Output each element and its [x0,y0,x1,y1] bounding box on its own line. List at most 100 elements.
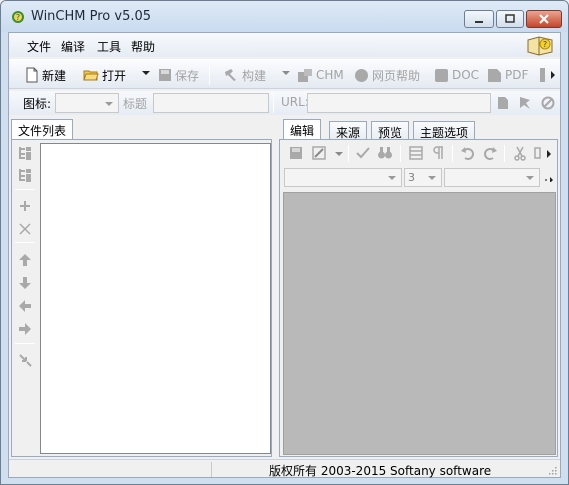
delete-x-icon[interactable] [17,221,33,237]
pdf-button[interactable]: PDF [487,66,528,84]
add-subtopic-icon[interactable] [17,167,33,183]
tab-file-list[interactable]: 文件列表 [11,119,74,141]
menu-compile[interactable]: 编译 [61,38,85,55]
toolbar-separator [209,65,210,85]
help-book-icon[interactable]: ? [525,34,555,56]
doc-button[interactable]: DOC [434,66,479,84]
pdf-label: PDF [505,68,529,82]
chevron-down-icon [105,102,113,106]
icon-label: 图标: [23,97,52,111]
webhelp-button[interactable]: 网页帮助 [354,66,420,84]
title-field[interactable] [153,93,269,113]
table-icon[interactable] [408,145,424,161]
chevron-down-icon [526,176,534,180]
menu-file[interactable]: 文件 [27,38,51,55]
move-up-icon[interactable] [17,252,33,268]
spellcheck-icon[interactable] [355,145,371,161]
tab-preview-label: 预览 [378,126,403,140]
plus-icon[interactable] [17,198,33,214]
save-disk-icon[interactable] [288,145,304,161]
chevron-down-icon [428,176,436,180]
window-title: WinCHM Pro v5.05 [31,9,152,24]
edit-pencil-icon[interactable] [311,145,327,161]
sort-icon[interactable] [17,352,33,368]
menu-help[interactable]: 帮助 [131,38,155,55]
save-button[interactable]: 保存 [158,66,199,84]
file-pick-icon[interactable] [496,96,510,110]
editor-separator [400,145,401,162]
app-icon: ? [12,11,24,23]
move-right-icon[interactable] [17,321,33,337]
tab-edit[interactable]: 编辑 [283,119,322,141]
new-document-icon [26,67,38,83]
style-combo[interactable] [444,168,540,187]
editor-toolbar [282,142,558,164]
bookmark-icon[interactable] [518,96,532,110]
close-button[interactable] [526,10,562,28]
paragraph-icon[interactable] [430,145,446,161]
font-name-combo[interactable] [284,168,402,187]
cut-scissors-icon[interactable] [512,145,528,161]
move-left-icon[interactable] [17,298,33,314]
webhelp-label: 网页帮助 [372,68,421,83]
undo-icon[interactable] [460,145,476,161]
chevron-right-icon[interactable] [547,150,552,158]
new-button[interactable]: 新建 [25,66,66,84]
chevron-right-icon[interactable] [551,71,556,79]
font-size-value: 3 [408,171,415,184]
tab-topic-options-label: 主题选项 [420,126,469,140]
url-field[interactable] [307,93,491,113]
font-size-combo[interactable]: 3 [404,168,442,187]
open-dropdown-arrow[interactable] [142,71,150,75]
tab-source[interactable]: 来源 [329,121,368,140]
toolbar-overflow-icon[interactable] [540,68,548,82]
cancel-circle-icon[interactable] [541,96,555,110]
move-down-icon[interactable] [17,275,33,291]
side-separator [15,189,35,190]
file-list[interactable] [40,143,271,454]
copy-partial-icon[interactable] [534,145,542,161]
globe-icon [355,68,368,82]
find-binoculars-icon[interactable] [377,145,393,161]
minimize-icon [475,21,483,23]
build-dropdown-arrow[interactable] [282,71,290,75]
chm-button[interactable]: CHM [297,66,344,84]
pdf-file-icon [488,68,501,82]
format-overflow-icon[interactable] [544,176,554,182]
build-label: 构建 [242,68,267,83]
main-toolbar: 新建 打开 保存 构建 CHM 网页帮助 DOC PDF [9,59,560,89]
tab-edit-label: 编辑 [290,124,315,138]
format-bar: 3 [282,166,558,190]
build-button[interactable]: 构建 [223,66,266,84]
menu-bar: 文件 编译 工具 帮助 ? [9,33,560,57]
editor-panel: 3 [279,139,558,457]
file-list-tools [12,140,38,456]
svg-text:?: ? [16,13,20,22]
status-bar: 版权所有 2003-2015 Softany software [9,459,560,478]
propbar-separator [273,93,274,113]
tab-file-list-label: 文件列表 [18,124,67,138]
app-window: ? WinCHM Pro v5.05 文件 编译 工具 帮助 ? 新建 打开 保… [0,0,569,485]
minimize-button[interactable] [464,10,494,28]
new-label: 新建 [42,68,67,83]
add-topic-icon[interactable] [17,145,33,161]
chm-label: CHM [316,68,344,82]
open-button[interactable]: 打开 [83,66,126,84]
html-editor[interactable] [283,192,556,455]
side-separator [15,343,35,344]
title-bar[interactable]: ? WinCHM Pro v5.05 [1,1,568,32]
resize-grip-icon[interactable] [547,465,557,475]
menu-tools[interactable]: 工具 [97,38,121,55]
tab-topic-options[interactable]: 主题选项 [413,121,476,140]
maximize-button[interactable] [496,10,524,28]
tab-preview[interactable]: 预览 [371,121,410,140]
icon-combo[interactable] [55,93,119,113]
redo-icon[interactable] [482,145,498,161]
file-list-panel [11,139,272,457]
close-icon [539,14,549,24]
save-label: 保存 [175,68,200,83]
doc-label: DOC [452,68,480,82]
properties-bar: 图标: 标题 URL: [9,91,560,115]
tab-source-label: 来源 [336,126,361,140]
edit-dropdown-arrow[interactable] [335,152,343,156]
